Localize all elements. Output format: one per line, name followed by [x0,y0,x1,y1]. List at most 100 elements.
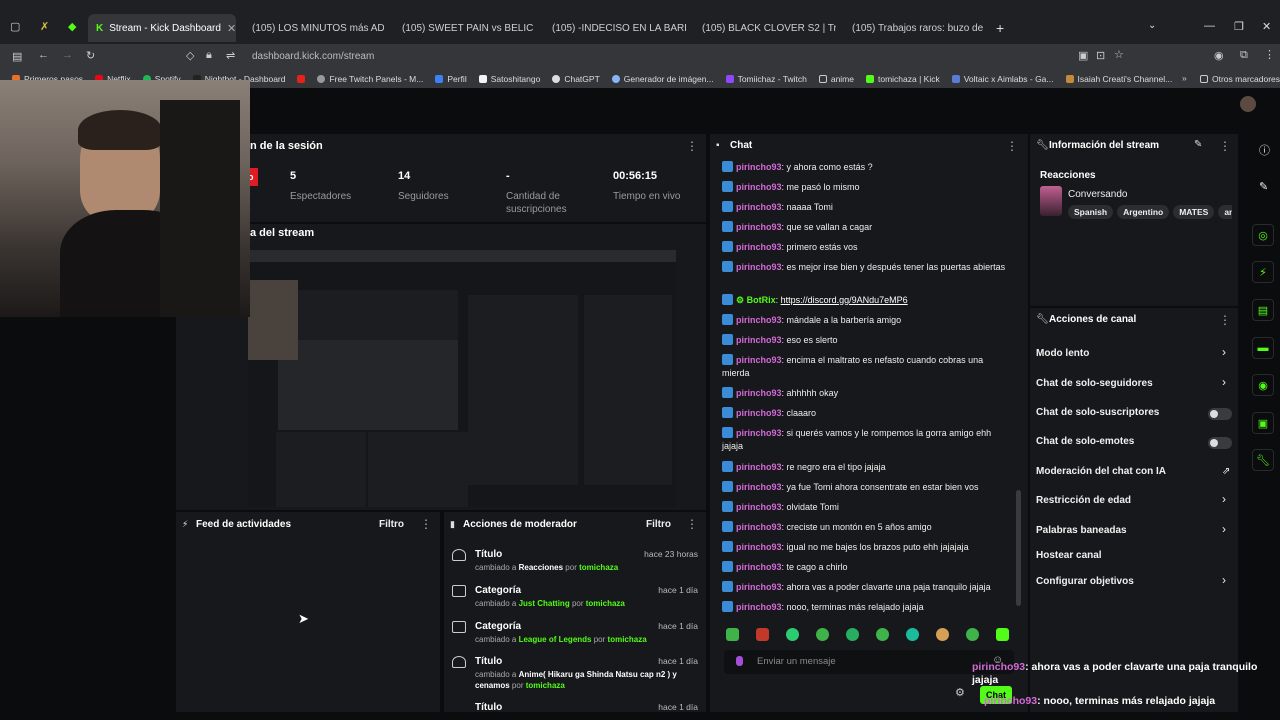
age-restriction-item[interactable]: Restricción de edad [1036,495,1131,506]
emote-icon[interactable] [936,628,949,641]
edit-icon[interactable]: ✎ [1194,139,1202,150]
followers-only-item[interactable]: Chat de solo-seguidores [1036,378,1153,389]
more-options-icon[interactable]: ⋮ [420,517,432,531]
profile-icon[interactable]: ◉ [1214,49,1224,62]
slow-mode-item[interactable]: Modo lento [1036,348,1089,359]
bookmark-item[interactable]: Free Twitch Panels - M... [317,74,423,84]
wrench-icon[interactable]: 🔧︎ [1252,449,1274,471]
bookmark-item[interactable]: Tomiichaz - Twitch [725,74,807,84]
emote-icon[interactable] [966,628,979,641]
banned-words-item[interactable]: Palabras baneadas [1036,525,1127,536]
emote-icon[interactable] [876,628,889,641]
url-field[interactable]: dashboard.kick.com/stream [252,51,374,62]
tag[interactable]: ani [1218,205,1232,219]
bookmark-item[interactable]: anime [818,74,854,84]
more-options-icon[interactable]: ⋮ [1219,313,1231,327]
maximize-button[interactable]: ❐ [1234,20,1244,33]
moderator-filter-button[interactable]: Filtro [646,519,671,530]
video-icon[interactable]: ▣ [1252,412,1274,434]
stream-preview-video[interactable] [248,250,676,507]
tab-youtube-4[interactable]: (105) BLACK CLOVER S2 | Trailer✕ [688,14,836,42]
activity-filter-button[interactable]: Filtro [379,519,404,530]
lightning-icon[interactable]: ⚡︎ [1252,261,1274,283]
user-icon [452,549,466,561]
broadcast-icon[interactable]: ◉ [1252,374,1274,396]
tab-youtube-2[interactable]: (105) SWEET PAIN vs BELIC✕ [388,14,536,42]
install-app-icon[interactable]: ▣ [1078,49,1088,62]
chat-scrollbar[interactable] [1016,490,1021,606]
more-options-icon[interactable]: ⋮ [686,139,698,153]
tag[interactable]: Argentino [1117,205,1170,219]
chat-link[interactable]: https://discord.gg/9ANdu7eMP6 [781,295,908,305]
close-tab-icon[interactable]: ✕ [227,22,236,35]
emote-icon[interactable] [756,628,769,641]
bookmark-item[interactable]: Voltaic x Aimlabs - Ga... [951,74,1054,84]
bookmark-item[interactable]: ChatGPT [552,74,600,84]
lock-icon[interactable]: 🔒︎ [206,49,212,62]
info-icon[interactable]: ⓘ [1259,142,1270,158]
emote-icon[interactable] [786,628,799,641]
emote-icon[interactable] [726,628,739,641]
pencil-icon[interactable]: ✎ [1259,180,1268,193]
tab-youtube-5[interactable]: (105) Trabajos raros: buzo de a✕ [838,14,986,42]
screenshot-icon[interactable]: ⊡ [1096,49,1105,62]
subscribers-only-toggle[interactable] [1208,408,1232,420]
preview-title: a del stream [250,227,315,239]
chevron-right-icon[interactable]: › [1222,573,1226,587]
minimize-button[interactable]: — [1204,20,1215,32]
bookmark-item[interactable]: Generador de imágen... [611,74,714,84]
chat-input-placeholder[interactable]: Enviar un mensaje [757,656,836,667]
pinned-tab-icon[interactable]: ◆ [68,20,76,33]
chevron-right-icon[interactable]: › [1222,345,1226,359]
avatar[interactable] [1240,96,1256,112]
tab-kick-dashboard[interactable]: K Stream - Kick Dashboard ✕ [88,14,236,42]
emote-icon[interactable] [996,628,1009,641]
bookmark-item[interactable] [297,75,306,83]
tab-youtube-1[interactable]: (105) LOS MINUTOS más ADICT✕ [238,14,384,42]
chat-identity-icon[interactable] [736,656,743,666]
site-settings-icon[interactable]: ⇌ [226,49,235,62]
emote-icon[interactable] [846,628,859,641]
tag[interactable]: Spanish [1068,205,1114,219]
forward-icon[interactable]: → [62,49,73,61]
bookmark-item[interactable]: tomichaza | Kick [866,74,940,84]
reload-icon[interactable]: ↻ [86,49,95,62]
bookmark-item[interactable]: Perfil [435,74,467,84]
back-icon[interactable]: ← [38,49,49,61]
sidebar-icon[interactable]: ▤ [12,50,22,63]
sub-badge-icon [722,461,733,472]
host-channel-item[interactable]: Hostear canal [1036,550,1102,561]
more-options-icon[interactable]: ⋮ [1219,139,1231,153]
chat-bubble-icon[interactable]: ▬ [1252,337,1274,359]
chat-settings-icon[interactable]: ⚙︎ [955,686,965,699]
shield-icon[interactable]: ◇ [186,49,194,62]
tab-overview-icon[interactable]: ▢ [10,20,20,33]
more-options-icon[interactable]: ⋮ [1006,139,1018,153]
bookmark-item[interactable]: Satoshitango [478,74,540,84]
menu-icon[interactable]: ⋮ [1264,48,1275,61]
chevron-right-icon[interactable]: › [1222,375,1226,389]
tab-youtube-3[interactable]: (105) -INDECISO EN LA BARBER✕ [538,14,686,42]
goals-item[interactable]: Configurar objetivos [1036,576,1134,587]
new-tab-button[interactable]: + [996,20,1004,36]
more-bookmarks-icon[interactable]: » [1182,73,1187,83]
chevron-right-icon[interactable]: › [1222,522,1226,536]
sub-badge-icon [722,387,733,398]
emote-icon[interactable] [816,628,829,641]
list-icon[interactable]: ▤ [1252,299,1274,321]
extensions-icon[interactable]: ⧉ [1240,49,1248,62]
chevron-right-icon[interactable]: › [1222,492,1226,506]
emote-icon[interactable] [906,628,919,641]
tag[interactable]: MATES [1173,205,1215,219]
tab-search-icon[interactable]: ⌄ [1148,20,1156,31]
bookmark-item[interactable]: Isaiah Creati's Channel... [1065,74,1172,84]
ai-moderation-item[interactable]: Moderación del chat con IA [1036,466,1166,477]
external-link-icon[interactable]: ⇗ [1222,466,1230,477]
camera-icon[interactable]: ◎ [1252,224,1274,246]
more-options-icon[interactable]: ⋮ [686,517,698,531]
emotes-only-toggle[interactable] [1208,437,1232,449]
bookmark-star-icon[interactable]: ☆ [1114,48,1124,61]
pinned-tab-icon[interactable]: ✗ [40,20,49,33]
other-bookmarks[interactable]: Otros marcadores [1200,74,1280,84]
close-window-button[interactable]: ✕ [1262,20,1271,33]
